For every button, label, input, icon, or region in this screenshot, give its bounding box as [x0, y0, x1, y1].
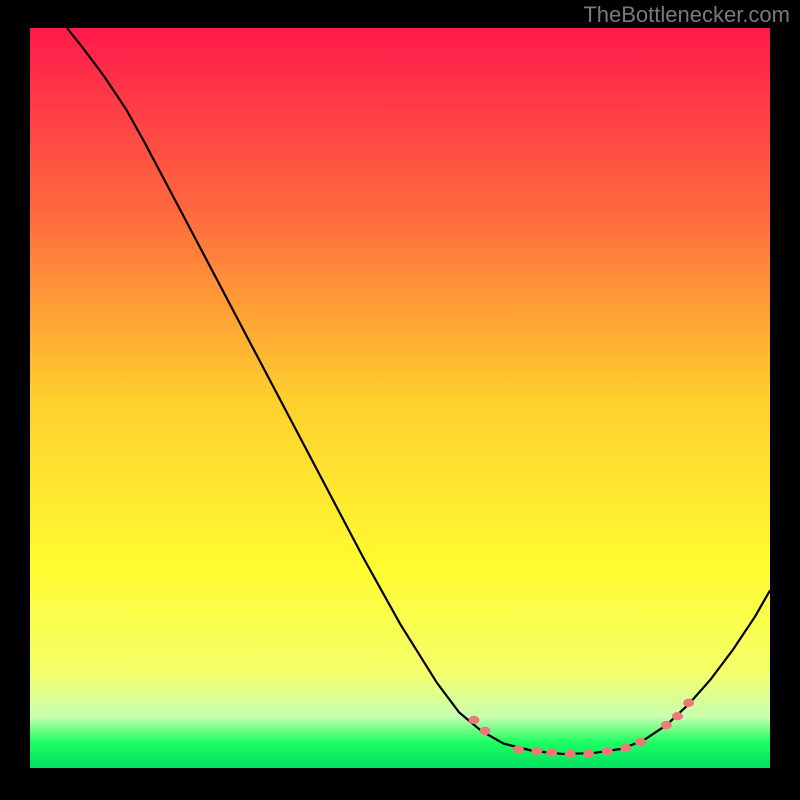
- data-marker: [531, 747, 542, 755]
- data-marker: [661, 721, 672, 729]
- data-marker: [635, 738, 646, 746]
- bottleneck-chart: [30, 28, 770, 768]
- data-marker: [565, 750, 576, 758]
- data-marker: [480, 727, 491, 735]
- data-marker: [683, 699, 694, 707]
- data-marker: [672, 712, 683, 720]
- data-marker: [469, 716, 480, 724]
- data-marker: [546, 748, 557, 756]
- watermark-label: TheBottlenecker.com: [583, 2, 790, 28]
- chart-container: TheBottlenecker.com: [0, 0, 800, 800]
- data-marker: [513, 745, 524, 753]
- gradient-background: [30, 28, 770, 768]
- data-marker: [602, 747, 613, 755]
- data-marker: [620, 744, 631, 752]
- data-marker: [583, 750, 594, 758]
